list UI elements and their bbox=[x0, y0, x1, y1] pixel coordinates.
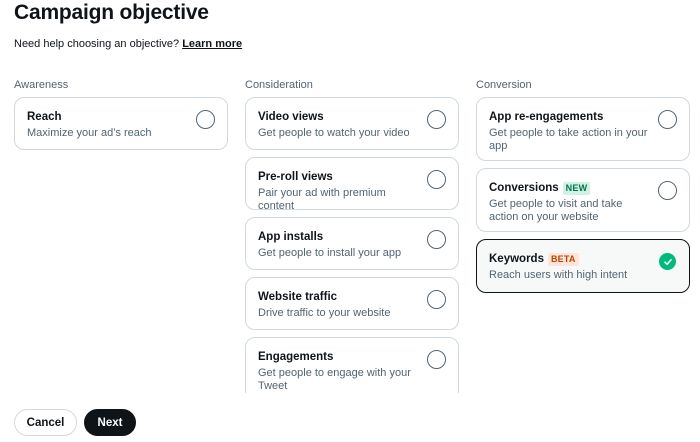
radio-empty-icon[interactable] bbox=[427, 170, 446, 189]
card-description: Maximize your ad’s reach bbox=[27, 127, 152, 139]
checkmark-circle-icon[interactable] bbox=[659, 253, 676, 270]
objective-card-website-traffic[interactable]: Website traffic Drive traffic to your we… bbox=[245, 277, 459, 330]
objective-card-conversions[interactable]: Conversions NEW Get people to visit and … bbox=[476, 168, 690, 232]
card-title-text: App installs bbox=[258, 231, 324, 243]
card-description: Pair your ad with premium content bbox=[258, 187, 386, 212]
awareness-column: Awareness Reach Maximize your ad’s reach bbox=[14, 78, 228, 157]
objective-card-pre-roll-views[interactable]: Pre-roll views Pair your ad with premium… bbox=[245, 157, 459, 212]
card-title-text: Website traffic bbox=[258, 291, 338, 303]
conversion-heading: Conversion bbox=[476, 79, 532, 91]
radio-empty-icon[interactable] bbox=[196, 110, 215, 129]
card-description: Get people to visit and take action on y… bbox=[489, 198, 623, 223]
card-title: Keywords BETA bbox=[489, 252, 651, 266]
card-title-text: Conversions bbox=[489, 182, 559, 194]
conversion-column: Conversion App re-engagements Get people… bbox=[476, 78, 690, 300]
objective-card-keywords[interactable]: Keywords BETA Reach users with high inte… bbox=[476, 239, 690, 293]
consideration-scroll-area[interactable]: Video views Get people to watch your vid… bbox=[245, 97, 459, 393]
card-title: Engagements bbox=[258, 350, 420, 364]
objective-card-video-views[interactable]: Video views Get people to watch your vid… bbox=[245, 97, 459, 150]
help-line: Need help choosing an objective? Learn m… bbox=[14, 37, 242, 51]
card-title-text: Reach bbox=[27, 111, 62, 123]
card-title: App installs bbox=[258, 230, 420, 244]
new-badge: NEW bbox=[562, 181, 591, 195]
card-title: Video views bbox=[258, 110, 420, 124]
objective-card-app-installs[interactable]: App installs Get people to install your … bbox=[245, 217, 459, 270]
cancel-button[interactable]: Cancel bbox=[14, 409, 77, 436]
page-title: Campaign objective bbox=[14, 1, 209, 24]
card-description: Drive traffic to your website bbox=[258, 307, 391, 319]
card-title: App re-engagements bbox=[489, 110, 651, 124]
card-description: Get people to watch your video bbox=[258, 127, 410, 139]
card-title-text: Pre-roll views bbox=[258, 171, 333, 183]
radio-empty-icon[interactable] bbox=[658, 181, 677, 200]
help-text: Need help choosing an objective? bbox=[14, 38, 180, 50]
card-description: Get people to take action in your app bbox=[489, 127, 648, 152]
card-title: Reach bbox=[27, 110, 189, 124]
awareness-heading: Awareness bbox=[14, 79, 69, 91]
objective-card-app-re-engagements[interactable]: App re-engagements Get people to take ac… bbox=[476, 97, 690, 161]
card-title: Website traffic bbox=[258, 290, 420, 304]
radio-empty-icon[interactable] bbox=[427, 350, 446, 369]
footer-actions: Cancel Next bbox=[14, 409, 136, 436]
card-title-text: Video views bbox=[258, 111, 324, 123]
card-description: Get people to install your app bbox=[258, 247, 402, 259]
card-title: Conversions NEW bbox=[489, 181, 651, 195]
objective-card-reach[interactable]: Reach Maximize your ad’s reach bbox=[14, 97, 228, 150]
beta-badge: BETA bbox=[547, 252, 579, 266]
objective-card-engagements[interactable]: Engagements Get people to engage with yo… bbox=[245, 337, 459, 393]
learn-more-link[interactable]: Learn more bbox=[182, 38, 242, 50]
consideration-heading: Consideration bbox=[245, 79, 313, 91]
card-title-text: Engagements bbox=[258, 351, 334, 363]
card-description: Get people to engage with your Tweet bbox=[258, 367, 411, 392]
consideration-column: Consideration bbox=[245, 78, 459, 97]
card-description: Reach users with high intent bbox=[489, 269, 628, 281]
card-title-text: App re-engagements bbox=[489, 111, 604, 123]
radio-empty-icon[interactable] bbox=[427, 290, 446, 309]
radio-empty-icon[interactable] bbox=[427, 110, 446, 129]
campaign-objective-page: Campaign objective Need help choosing an… bbox=[0, 0, 700, 442]
next-button[interactable]: Next bbox=[84, 409, 136, 436]
card-title: Pre-roll views bbox=[258, 170, 420, 184]
radio-empty-icon[interactable] bbox=[427, 230, 446, 249]
radio-empty-icon[interactable] bbox=[658, 110, 677, 129]
card-title-text: Keywords bbox=[489, 253, 544, 265]
